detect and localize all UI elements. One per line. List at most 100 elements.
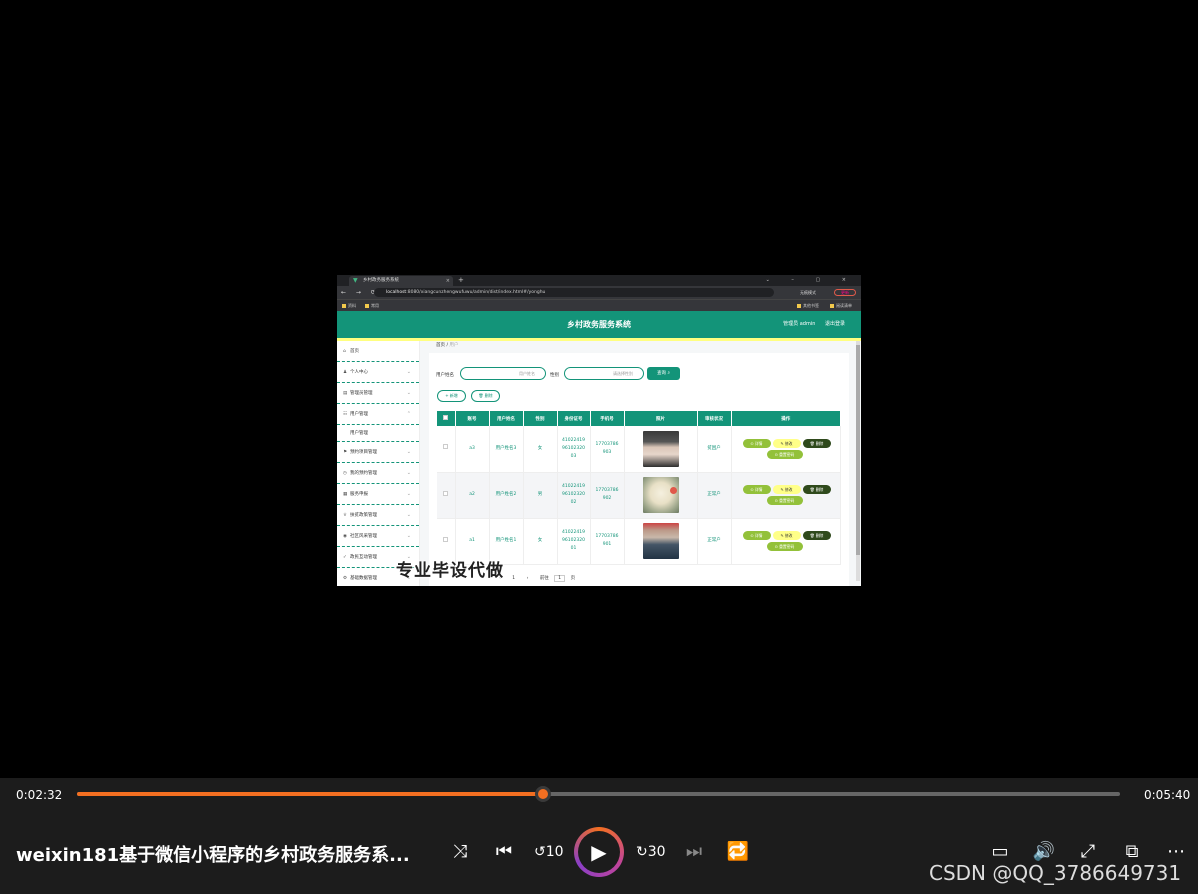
- delete-button[interactable]: 🗑 删除: [802, 485, 831, 494]
- page-unit: 页: [570, 576, 576, 581]
- next-icon[interactable]: ⏭: [680, 840, 708, 864]
- forward-30-icon[interactable]: ↻30: [636, 840, 666, 864]
- sidebar-item[interactable]: ⌂ 首页: [337, 341, 419, 362]
- col-gender: 性别: [523, 411, 558, 426]
- bookmark-item[interactable]: 阅读清单: [830, 300, 852, 311]
- close-tab-icon[interactable]: ×: [446, 276, 450, 286]
- table-row[interactable]: a2 用户姓名2 男 410224199610232002 1770378690…: [437, 472, 841, 519]
- delete-button[interactable]: 🗑 删除: [802, 438, 831, 448]
- sidebar-item-label: 社区风采管理: [350, 534, 377, 539]
- bookmark-item[interactable]: 资料: [342, 300, 356, 311]
- detail-button[interactable]: ⊙ 详情: [742, 438, 771, 448]
- tab-title: 乡村政务服务系统: [363, 278, 399, 283]
- repeat-icon[interactable]: 🔁: [724, 840, 752, 864]
- window-controls[interactable]: ⌄ – ▢ ×: [766, 275, 856, 286]
- play-icon: ▶: [578, 831, 620, 873]
- bookmarks-bar: 资料 常用 其他书签 阅读清单: [337, 299, 861, 311]
- watermark-text: CSDN @QQ_3786649731: [929, 861, 1182, 885]
- sidebar-item-label: 政民互动管理: [350, 555, 377, 560]
- sidebar-item[interactable]: ▤ 管理员管理 ⌄: [337, 383, 419, 404]
- breadcrumb: 首页 / 用户: [436, 343, 459, 348]
- status-cell: 正常户: [697, 518, 732, 565]
- current-page[interactable]: 1: [512, 576, 515, 581]
- scrollbar-thumb[interactable]: [856, 345, 860, 555]
- reset-password-button[interactable]: ⊙ 重置密码: [766, 542, 803, 551]
- delete-button[interactable]: 🗑 删除: [802, 531, 831, 540]
- sidebar-item-label: 首页: [350, 349, 359, 354]
- sidebar-item-label: 基础数据管理: [350, 576, 377, 581]
- bookmark-item[interactable]: 其他书签: [797, 300, 819, 311]
- new-tab-icon[interactable]: +: [458, 275, 464, 286]
- user-photo[interactable]: [642, 523, 679, 559]
- edit-button[interactable]: ✎ 修改: [772, 438, 801, 448]
- reset-password-button[interactable]: ⊙ 重置密码: [766, 449, 803, 459]
- users-icon: ☷: [343, 412, 348, 417]
- sidebar-subitem-user-management[interactable]: 用户管理: [337, 425, 419, 442]
- sidebar-item[interactable]: ▦ 服务申报 ⌄: [337, 484, 419, 505]
- row-select-cell[interactable]: [437, 426, 456, 473]
- address-bar[interactable]: localhost:8080/xiangcunzhengwufuwu/admin…: [374, 288, 774, 297]
- seek-handle[interactable]: [535, 786, 552, 802]
- add-button[interactable]: + 新增: [437, 390, 466, 402]
- name-label: 用户姓名: [436, 373, 454, 378]
- name-cell: 用户姓名2: [489, 472, 524, 519]
- shuffle-icon[interactable]: ⤨: [446, 840, 474, 864]
- sidebar-item-label: 预约项目管理: [350, 450, 377, 455]
- browser-toolbar: ← → ⟳ localhost:8080/xiangcunzhengwufuwu…: [337, 286, 861, 299]
- bookmark-item[interactable]: 常用: [365, 300, 379, 311]
- gender-select[interactable]: 请选择性别: [564, 367, 644, 380]
- page-scrollbar[interactable]: [856, 341, 860, 581]
- reset-password-button[interactable]: ⊙ 重置密码: [766, 496, 803, 505]
- list-icon: [830, 304, 834, 308]
- table-row[interactable]: a3 用户姓名3 女 410224199610232003 1770378690…: [437, 426, 841, 473]
- col-idcard: 身份证号: [557, 411, 591, 426]
- select-all-checkbox[interactable]: [443, 415, 449, 420]
- seek-bar[interactable]: [77, 786, 1120, 802]
- row-select-cell[interactable]: [437, 472, 456, 519]
- query-button[interactable]: 查询 ⌕: [647, 367, 680, 380]
- actions-cell: ⊙ 详情 ✎ 修改 🗑 删除 ⊙ 重置密码: [731, 426, 841, 473]
- goto-input[interactable]: 1: [554, 575, 566, 582]
- sidebar-item[interactable]: ☷ 用户管理 ⌃: [337, 404, 419, 425]
- edit-button[interactable]: ✎ 修改: [772, 531, 801, 540]
- next-page-icon[interactable]: ›: [527, 576, 529, 581]
- sidebar-item[interactable]: ⚑ 预约项目管理 ⌄: [337, 442, 419, 463]
- previous-icon[interactable]: ⏮: [490, 840, 518, 864]
- detail-button[interactable]: ⊙ 详情: [742, 485, 771, 494]
- col-status: 审核状况: [697, 411, 732, 426]
- breadcrumb-home[interactable]: 首页: [436, 343, 445, 348]
- sidebar-item[interactable]: ♟ 个人中心 ⌄: [337, 362, 419, 383]
- update-button[interactable]: 更新: [834, 289, 856, 296]
- sidebar-item[interactable]: ◉ 社区风采管理 ⌄: [337, 526, 419, 547]
- incognito-label: 无痕模式: [800, 290, 816, 295]
- detail-button[interactable]: ⊙ 详情: [742, 531, 771, 540]
- batch-delete-button[interactable]: 🗑 删除: [471, 390, 500, 402]
- chevron-icon: ⌄: [406, 533, 411, 539]
- browser-tab[interactable]: ▼ 乡村政务服务系统 ×: [349, 276, 453, 286]
- col-phone: 手机号: [590, 411, 625, 426]
- name-search-input[interactable]: 用户姓名: [460, 367, 546, 380]
- row-checkbox[interactable]: [443, 490, 449, 496]
- logout-link[interactable]: 退出登录: [825, 321, 845, 327]
- sidebar: ⌂ 首页 ♟ 个人中心 ⌄ ▤ 管理员管理 ⌄ ☷ 用户管理 ⌃ 用户管理 ⚑ 预约项目管理 ⌄ ◷ 我的预约管…: [337, 341, 420, 586]
- browser-tabstrip: ▼ 乡村政务服务系统 × + ⌄ – ▢ ×: [337, 275, 861, 286]
- edit-button[interactable]: ✎ 修改: [772, 485, 801, 494]
- video-frame[interactable]: ▼ 乡村政务服务系统 × + ⌄ – ▢ × ← → ⟳ localhost:8…: [337, 275, 861, 586]
- row-checkbox[interactable]: [443, 536, 449, 542]
- photo-cell: [624, 518, 698, 565]
- play-button[interactable]: ▶: [574, 827, 624, 877]
- home-icon: ⌂: [343, 349, 346, 354]
- sidebar-item-label: 我的预约管理: [350, 471, 377, 476]
- sidebar-item[interactable]: ◷ 我的预约管理 ⌄: [337, 463, 419, 484]
- rewind-10-icon[interactable]: ↺10: [534, 840, 564, 864]
- user-photo[interactable]: [642, 430, 679, 467]
- select-all-header[interactable]: [437, 411, 456, 426]
- sidebar-item-label: 服务申报: [350, 492, 368, 497]
- folder-icon: [797, 304, 801, 308]
- location-icon: ◉: [343, 534, 347, 539]
- user-photo[interactable]: [642, 477, 679, 513]
- flag-icon: ⚑: [343, 450, 348, 455]
- sidebar-item[interactable]: ♕ 扶贫政策管理 ⌄: [337, 505, 419, 526]
- vue-favicon-icon: ▼: [353, 277, 358, 284]
- row-checkbox[interactable]: [443, 444, 449, 450]
